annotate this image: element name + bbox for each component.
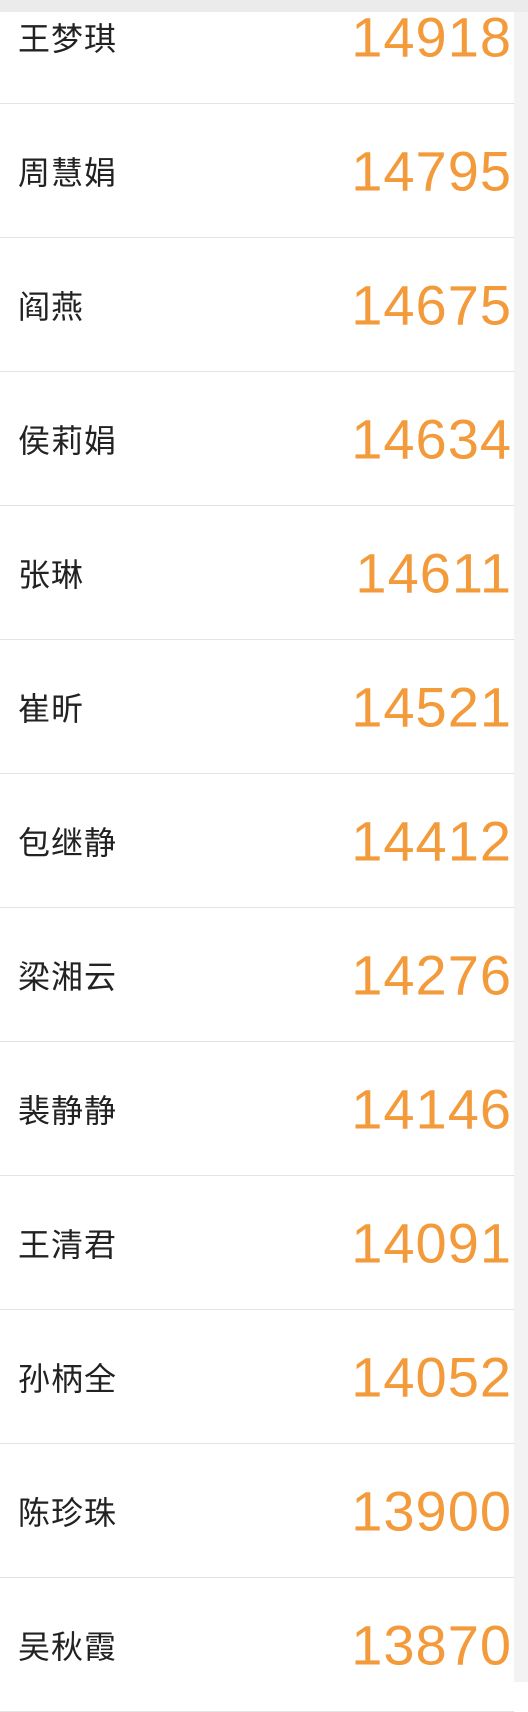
ranking-list: 王梦琪 14918 周慧娟 14795 阎燕 14675 侯莉娟 14634 张…	[0, 0, 514, 1712]
score-value: 14795	[351, 139, 512, 202]
list-item[interactable]: 陈珍珠 13900	[0, 1444, 514, 1578]
list-item[interactable]: 阎燕 14675	[0, 238, 514, 372]
score-value: 14521	[351, 675, 512, 738]
person-name: 包继静	[18, 823, 118, 862]
person-name: 侯莉娟	[18, 421, 118, 460]
list-item[interactable]: 侯莉娟 14634	[0, 372, 514, 506]
list-item[interactable]: 王梦琪 14918	[0, 0, 514, 104]
score-value: 14412	[351, 809, 512, 872]
person-name: 陈珍珠	[18, 1493, 118, 1532]
person-name: 周慧娟	[18, 153, 118, 192]
score-value: 14146	[351, 1077, 512, 1140]
person-name: 梁湘云	[18, 957, 118, 996]
person-name: 裴静静	[18, 1091, 118, 1130]
person-name: 王梦琪	[18, 19, 118, 58]
score-value: 14276	[351, 943, 512, 1006]
score-value: 14634	[351, 407, 512, 470]
person-name: 崔昕	[18, 689, 85, 728]
scrollbar-track[interactable]	[514, 12, 528, 1682]
score-value: 14052	[351, 1345, 512, 1408]
person-name: 孙柄全	[18, 1359, 118, 1398]
person-name: 王清君	[18, 1225, 118, 1264]
list-item[interactable]: 王清君 14091	[0, 1176, 514, 1310]
list-item[interactable]: 裴静静 14146	[0, 1042, 514, 1176]
score-value: 14918	[351, 5, 512, 68]
score-value: 14091	[351, 1211, 512, 1274]
person-name: 阎燕	[18, 287, 85, 326]
list-item[interactable]: 崔昕 14521	[0, 640, 514, 774]
list-item[interactable]: 周慧娟 14795	[0, 104, 514, 238]
list-item[interactable]: 孙柄全 14052	[0, 1310, 514, 1444]
list-item[interactable]: 吴秋霞 13870	[0, 1578, 514, 1712]
score-value: 14675	[351, 273, 512, 336]
score-value: 13870	[351, 1613, 512, 1676]
list-item[interactable]: 张琳 14611	[0, 506, 514, 640]
person-name: 吴秋霞	[18, 1627, 118, 1666]
list-item[interactable]: 包继静 14412	[0, 774, 514, 908]
list-item[interactable]: 梁湘云 14276	[0, 908, 514, 1042]
score-value: 13900	[351, 1479, 512, 1542]
person-name: 张琳	[18, 555, 85, 594]
score-value: 14611	[355, 541, 512, 604]
